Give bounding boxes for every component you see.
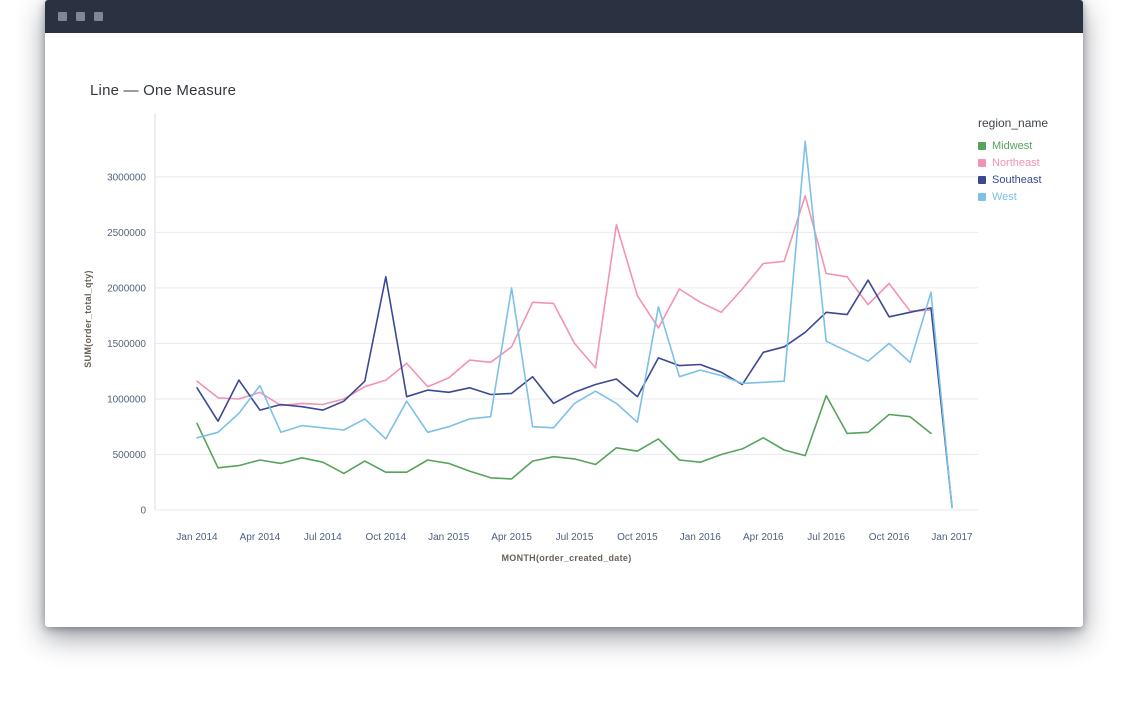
app-window: Line — One Measure SUM(order_total_qty) … [45, 0, 1083, 627]
y-tick-label: 2000000 [107, 283, 146, 294]
x-tick-label: Apr 2016 [743, 532, 784, 543]
legend-label: West [992, 192, 1017, 202]
y-axis-label: SUM(order_total_qty) [83, 270, 93, 368]
series-line-northeast[interactable] [197, 196, 931, 406]
legend-swatch-icon [978, 176, 986, 184]
x-tick-label: Jul 2014 [304, 532, 342, 543]
x-tick-label: Apr 2014 [240, 532, 281, 543]
legend-item-midwest[interactable]: Midwest [978, 141, 1048, 151]
legend-title: region_name [978, 116, 1048, 130]
y-tick-label: 0 [140, 506, 146, 517]
y-tick-label: 1500000 [107, 339, 146, 350]
legend-swatch-icon [978, 193, 986, 201]
series-line-west[interactable] [197, 141, 952, 508]
y-tick-label: 1000000 [107, 395, 146, 406]
x-tick-label: Jul 2015 [556, 532, 594, 543]
y-tick-label: 3000000 [107, 172, 146, 183]
y-tick-label: 2500000 [107, 228, 146, 239]
line-chart[interactable]: 0 500000 1000000 1500000 2000000 2500000 30000… [95, 113, 990, 573]
titlebar [45, 0, 1083, 33]
x-axis-label: MONTH(order_created_date) [155, 553, 978, 563]
x-tick-label: Apr 2015 [491, 532, 532, 543]
x-tick-label: Oct 2014 [366, 532, 407, 543]
window-control-1-icon[interactable] [58, 12, 67, 21]
x-tick-label: Jan 2015 [428, 532, 470, 543]
x-tick-label: Jan 2016 [680, 532, 722, 543]
x-tick-label: Jul 2016 [807, 532, 845, 543]
legend-items: Midwest Northeast Southeast West [978, 141, 1048, 202]
legend-swatch-icon [978, 159, 986, 167]
legend-item-northeast[interactable]: Northeast [978, 158, 1048, 168]
legend-item-west[interactable]: West [978, 192, 1048, 202]
window-control-3-icon[interactable] [94, 12, 103, 21]
legend-label: Southeast [992, 175, 1042, 185]
window-control-2-icon[interactable] [76, 12, 85, 21]
y-tick-label: 500000 [113, 450, 147, 461]
x-tick-label: Jan 2017 [931, 532, 973, 543]
x-tick-label: Oct 2015 [617, 532, 658, 543]
x-tick-label: Jan 2014 [176, 532, 218, 543]
series-line-southeast[interactable] [197, 277, 952, 507]
legend: region_name Midwest Northeast Southeast Wes… [978, 116, 1048, 209]
legend-swatch-icon [978, 142, 986, 150]
x-tick-label: Oct 2016 [869, 532, 910, 543]
legend-label: Northeast [992, 158, 1040, 168]
legend-label: Midwest [992, 141, 1032, 151]
chart-title: Line — One Measure [90, 82, 236, 99]
legend-item-southeast[interactable]: Southeast [978, 175, 1048, 185]
